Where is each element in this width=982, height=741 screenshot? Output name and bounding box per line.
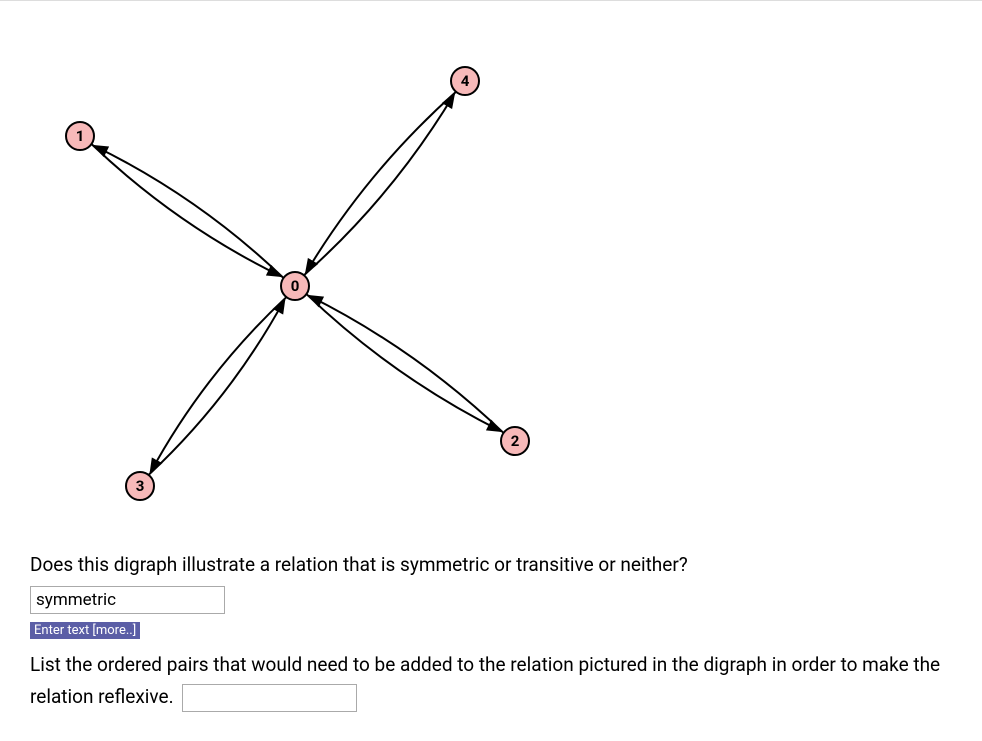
- node-label-4: 4: [461, 72, 470, 90]
- edge-0-1: [94, 146, 284, 278]
- node-label-0: 0: [291, 277, 300, 295]
- edge-3-0: [149, 299, 285, 474]
- node-label-1: 1: [76, 127, 85, 145]
- edge-1-0: [91, 144, 281, 276]
- node-label-2: 2: [511, 432, 520, 450]
- edge-0-2: [306, 294, 501, 431]
- edge-0-3: [150, 297, 286, 472]
- question2-text-span: List the ordered pairs that would need t…: [30, 653, 940, 708]
- edge-2-0: [309, 296, 504, 433]
- question2-text: List the ordered pairs that would need t…: [30, 649, 952, 714]
- edge-0-4: [304, 94, 454, 275]
- node-label-3: 3: [136, 477, 145, 495]
- digraph: 0 1 2 3 4: [30, 31, 550, 531]
- question1-input[interactable]: [30, 586, 225, 614]
- question2-input[interactable]: [182, 684, 357, 712]
- digraph-svg: 0 1 2 3 4: [30, 31, 550, 531]
- input-hint-badge[interactable]: Enter text [more..]: [30, 622, 140, 639]
- edge-4-0: [306, 92, 456, 273]
- question1-text: Does this digraph illustrate a relation …: [30, 551, 952, 580]
- question-body: 0 1 2 3 4 Does this digraph illustrate a rel…: [0, 1, 982, 723]
